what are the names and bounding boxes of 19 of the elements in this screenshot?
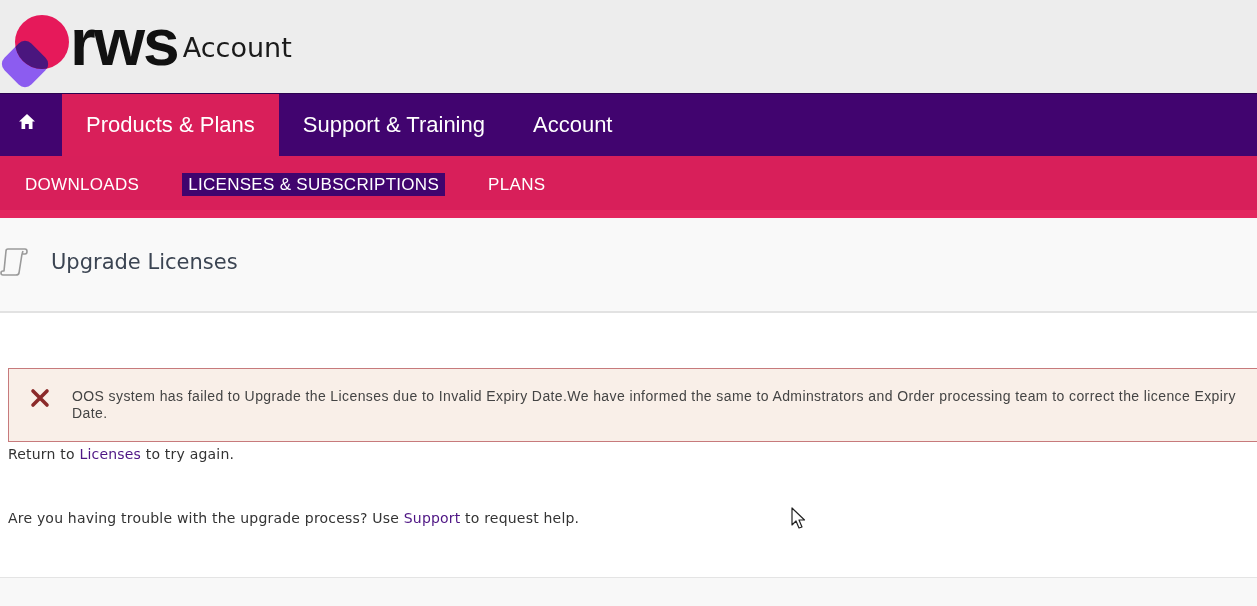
cursor-icon bbox=[791, 507, 806, 529]
logo-text: rws bbox=[70, 14, 178, 70]
nav-tab[interactable]: Support & Training bbox=[278, 94, 509, 156]
help-text: Return to Licenses to try again. bbox=[8, 445, 235, 463]
text-link[interactable]: Licenses bbox=[79, 446, 142, 462]
header-title: Account bbox=[182, 33, 292, 63]
sub-nav-tab[interactable]: DOWNLOADS bbox=[19, 172, 146, 196]
nav-tab[interactable]: Account bbox=[509, 94, 637, 156]
alert-message: OOS system has failed to Upgrade the Licenses due to Invalid Expiry Date.We have informed the same to Adminstrators and Order processing team to correct the licence Expiry Date. bbox=[72, 388, 1237, 422]
scroll-icon bbox=[0, 247, 28, 276]
logo-icon bbox=[0, 12, 70, 90]
nav-tab[interactable]: Products & Plans bbox=[62, 94, 279, 156]
sub-nav-tab[interactable]: LICENSES & SUBSCRIPTIONS bbox=[182, 172, 446, 196]
text-link[interactable]: Support bbox=[403, 510, 461, 526]
help-text: Are you having trouble with the upgrade process? Use Support to request help. bbox=[8, 509, 580, 527]
home-icon bbox=[19, 113, 35, 129]
sub-nav-tab[interactable]: PLANS bbox=[482, 172, 552, 196]
page-title: Upgrade Licenses bbox=[51, 249, 238, 274]
error-x-icon bbox=[30, 388, 50, 408]
